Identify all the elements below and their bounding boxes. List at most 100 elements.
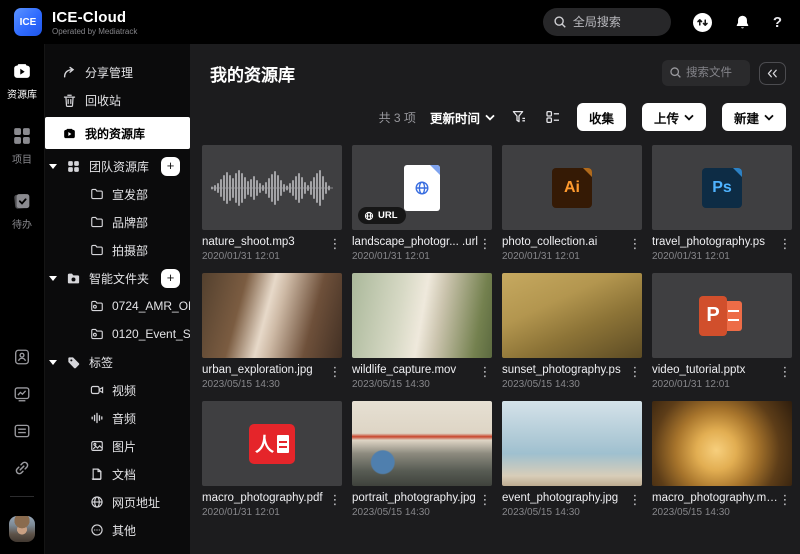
sidebar-group-team-library[interactable]: 团队资源库 + <box>45 152 190 180</box>
user-avatar[interactable] <box>9 516 35 542</box>
more-options-icon[interactable]: ⋮ <box>628 236 642 262</box>
photo-thumbnail[interactable] <box>502 273 642 358</box>
sidebar-item-tag-document[interactable]: 文档 <box>45 460 190 488</box>
file-thumbnail[interactable]: Ai <box>502 145 642 230</box>
photo-thumbnail[interactable] <box>502 401 642 486</box>
rail-item-projects[interactable]: 项目 <box>11 125 33 166</box>
sidebar-group-smart-folders[interactable]: 智能文件夹 + <box>45 264 190 292</box>
more-options-icon[interactable]: ⋮ <box>328 492 342 518</box>
view-toggle-icon[interactable] <box>545 109 561 125</box>
file-card[interactable]: URL landscape_photogr... .url 2020/01/31… <box>352 145 492 262</box>
global-search[interactable] <box>543 8 671 36</box>
projects-icon <box>11 125 33 147</box>
file-card[interactable]: P video_tutorial.pptx 2020/01/31 12:01 ⋮ <box>652 273 792 390</box>
more-options-icon[interactable]: ⋮ <box>478 492 492 518</box>
sort-dropdown[interactable]: 更新时间 <box>430 108 495 127</box>
more-options-icon[interactable]: ⋮ <box>628 364 642 390</box>
photo-thumbnail[interactable] <box>352 273 492 358</box>
more-options-icon[interactable]: ⋮ <box>628 492 642 518</box>
file-name: travel_photography.ps <box>652 236 778 248</box>
sidebar-item-tag-audio[interactable]: 音频 <box>45 404 190 432</box>
file-date: 2023/05/15 14:30 <box>202 379 328 390</box>
file-thumbnail[interactable]: Ps <box>652 145 792 230</box>
library-icon <box>62 126 77 141</box>
file-card[interactable]: wildlife_capture.mov 2023/05/15 14:30 ⋮ <box>352 273 492 390</box>
file-card[interactable]: urban_exploration.jpg 2023/05/15 14:30 ⋮ <box>202 273 342 390</box>
sidebar-label: 视频 <box>112 382 136 399</box>
more-options-icon[interactable]: ⋮ <box>778 364 792 390</box>
library-icon <box>11 60 33 82</box>
upload-button[interactable]: 上传 <box>642 103 706 131</box>
caret-down-icon[interactable] <box>49 276 57 281</box>
file-card[interactable]: nature_shoot.mp3 2020/01/31 12:01 ⋮ <box>202 145 342 262</box>
video-icon <box>90 383 104 397</box>
file-date: 2020/01/31 12:01 <box>652 251 778 262</box>
contacts-icon[interactable] <box>13 348 31 366</box>
file-card[interactable]: portrait_photography.jpg 2023/05/15 14:3… <box>352 401 492 518</box>
item-count: 共 3 项 <box>379 109 416 126</box>
dashboard-icon[interactable] <box>13 385 31 403</box>
add-smart-folder-button[interactable]: + <box>161 269 180 288</box>
notifications-bell-icon[interactable] <box>734 14 751 31</box>
sidebar-item-smart-folder[interactable]: 0120_Event_SON... <box>45 320 190 348</box>
sidebar-item-tag-image[interactable]: 图片 <box>45 432 190 460</box>
smart-folder-icon <box>90 327 104 341</box>
sidebar-label: 回收站 <box>85 92 121 109</box>
sidebar-item-folder[interactable]: 拍摄部 <box>45 236 190 264</box>
sidebar-group-tags[interactable]: 标签 <box>45 348 190 376</box>
file-thumbnail[interactable]: URL <box>352 145 492 230</box>
add-team-library-button[interactable]: + <box>161 157 180 176</box>
create-button[interactable]: 新建 <box>722 103 786 131</box>
caret-down-icon[interactable] <box>49 164 57 169</box>
panel-list-icon[interactable] <box>13 422 31 440</box>
sidebar-item-recycle[interactable]: 回收站 <box>45 86 190 114</box>
file-card[interactable]: macro_photography.mov 2023/05/15 14:30 ⋮ <box>652 401 792 518</box>
sidebar-item-share[interactable]: 分享管理 <box>45 58 190 86</box>
more-options-icon[interactable]: ⋮ <box>478 236 492 262</box>
smart-folder-icon <box>90 299 104 313</box>
collapse-panel-button[interactable] <box>759 62 786 85</box>
sidebar-item-my-library[interactable]: 我的资源库 <box>45 117 190 149</box>
photo-thumbnail[interactable] <box>652 401 792 486</box>
link-icon[interactable] <box>13 459 31 477</box>
rail-label: 待办 <box>12 216 32 231</box>
file-name: portrait_photography.jpg <box>352 492 478 504</box>
sidebar-item-tag-url[interactable]: 网页地址 <box>45 488 190 516</box>
sidebar: 分享管理 回收站 我的资源库 <box>45 44 190 554</box>
photo-thumbnail[interactable] <box>352 401 492 486</box>
todo-icon <box>11 190 33 212</box>
file-thumbnail[interactable]: P <box>652 273 792 358</box>
photo-thumbnail[interactable] <box>202 273 342 358</box>
sidebar-label: 团队资源库 <box>89 158 149 175</box>
sidebar-item-folder[interactable]: 品牌部 <box>45 208 190 236</box>
sidebar-item-tag-other[interactable]: 其他 <box>45 516 190 544</box>
sidebar-item-tag-video[interactable]: 视频 <box>45 376 190 404</box>
file-card[interactable]: Ai photo_collection.ai 2020/01/31 12:01 … <box>502 145 642 262</box>
more-options-icon[interactable]: ⋮ <box>478 364 492 390</box>
transfer-tasks-icon[interactable] <box>693 13 712 32</box>
collect-button[interactable]: 收集 <box>577 103 626 131</box>
rail-item-todo[interactable]: 待办 <box>11 190 33 231</box>
tag-icon <box>66 355 81 370</box>
file-card[interactable]: event_photography.jpg 2023/05/15 14:30 ⋮ <box>502 401 642 518</box>
more-options-icon[interactable]: ⋮ <box>778 492 792 518</box>
more-options-icon[interactable]: ⋮ <box>328 236 342 262</box>
sidebar-item-folder[interactable]: 宣发部 <box>45 180 190 208</box>
search-icon <box>553 15 567 29</box>
rail-item-library[interactable]: 资源库 <box>7 60 37 101</box>
caret-down-icon[interactable] <box>49 360 57 365</box>
file-thumbnail[interactable]: 人 <box>202 401 342 486</box>
help-icon[interactable]: ? <box>773 14 782 31</box>
file-card[interactable]: Ps travel_photography.ps 2020/01/31 12:0… <box>652 145 792 262</box>
sidebar-item-smart-folder[interactable]: 0724_AMR_ONE <box>45 292 190 320</box>
filter-icon[interactable] <box>511 109 527 125</box>
file-thumbnail[interactable] <box>202 145 342 230</box>
file-card[interactable]: sunset_photography.ps 2023/05/15 14:30 ⋮ <box>502 273 642 390</box>
file-search[interactable] <box>662 60 750 86</box>
file-card[interactable]: 人 macro_photography.pdf 2020/01/31 12:01… <box>202 401 342 518</box>
rail-bottom <box>9 348 35 554</box>
more-options-icon[interactable]: ⋮ <box>778 236 792 262</box>
sidebar-label: 分享管理 <box>85 64 133 81</box>
brand-block: ICE-Cloud Operated by Mediatrack <box>52 9 137 36</box>
more-options-icon[interactable]: ⋮ <box>328 364 342 390</box>
